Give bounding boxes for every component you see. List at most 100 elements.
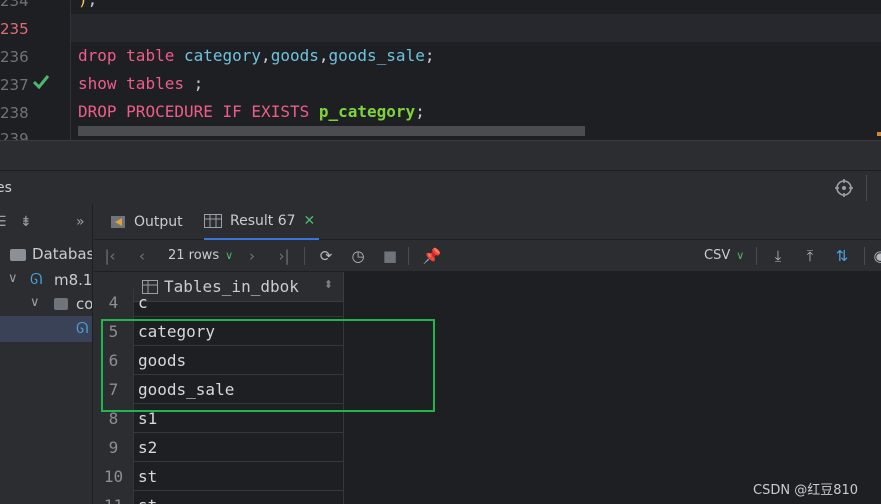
row-count-selector[interactable]: 21 rows ∨ [168,248,233,263]
mysql-dolphin-icon: ᘏ [76,319,89,337]
more-options-icon[interactable]: » [76,214,85,230]
tab-label: Output [134,214,183,230]
tab-result[interactable]: Result 67 ✕ [204,204,320,240]
code-token: ; [183,74,204,93]
cell-value[interactable]: s2 [138,433,157,462]
output-icon [111,216,125,228]
tab-label: Result 67 [230,213,296,229]
annotation-highlight-box [101,319,435,412]
database-tree[interactable]: ☰ ⇟ » Databases ∨ ᘏ m8.1... ∨ co ᘏ [0,204,93,504]
line-number: 234 [0,0,29,10]
upload-icon[interactable]: ⤒ [800,246,820,266]
toolbar-separator [756,247,757,265]
chevron-down-icon[interactable]: ∨ [8,271,18,286]
code-token: tables [126,74,184,93]
tree-item-session[interactable]: ᘏ [0,316,92,342]
code-line[interactable]: ); [78,0,97,14]
table-row[interactable]: 10st [94,462,344,491]
line-number: 235 [0,20,29,38]
export-format-selector[interactable]: CSV ∨ [704,248,744,263]
row-number: 9 [94,433,134,462]
table-row[interactable]: 9 s2 [94,433,344,462]
code-token: category [183,46,262,65]
watermark: CSDN @红豆810 [753,483,859,498]
stop-icon[interactable]: ■ [380,246,400,266]
tab-output[interactable]: Output [110,204,183,240]
pin-tab-icon[interactable]: 📌 [422,246,442,266]
history-clock-icon[interactable]: ◷ [348,246,368,266]
horizontal-scrollbar[interactable] [78,126,585,136]
tree-item-label: co [76,295,93,313]
first-page-icon[interactable]: |‹ [100,246,120,266]
code-token: PROCEDURE [126,102,213,121]
tree-item-console[interactable]: ∨ co [0,292,93,318]
mysql-dolphin-icon: ᘏ [30,270,43,288]
code-line[interactable]: show tables ; [78,70,203,98]
crosshair-icon[interactable] [834,178,854,198]
table-icon [204,214,222,228]
sql-editor[interactable]: 234 235 236 237 238 239 ); drop table ca… [0,0,881,140]
table-row[interactable]: 4c [94,288,344,317]
code-token: drop [78,46,117,65]
view-options-icon[interactable]: ◉ [870,246,881,266]
tree-item-databases[interactable]: Databases [0,242,92,268]
line-number: 239 [0,130,29,140]
chevron-down-icon: ∨ [225,249,234,262]
tree-item-label: m8.1... [54,271,93,289]
row-count: 21 rows [168,248,220,263]
cell-value[interactable]: st [138,462,157,491]
editor-status-strip [0,140,881,170]
line-number-gutter: 234 235 236 237 238 239 [0,0,70,140]
code-token: goods_sale [328,46,425,65]
result-toolbar: |‹ ‹ 21 rows ∨ › ›| ⟳ ◷ ■ 📌 CSV ∨ ⤓ ⤒ ⇅ ◉ [94,240,881,272]
last-page-icon[interactable]: ›| [274,246,294,266]
line-number: 236 [0,48,29,66]
row-number: 11 [94,491,134,504]
compare-icon[interactable]: ⇅ [832,246,852,266]
cell-value[interactable]: c [138,288,148,317]
code-token: table [126,46,175,65]
code-token: goods [270,46,319,65]
download-icon[interactable]: ⤓ [768,246,788,266]
console-icon [54,298,68,310]
chevron-down-icon[interactable]: ∨ [30,295,40,310]
refresh-icon[interactable]: ⟳ [316,246,336,266]
result-tabs: Output Result 67 ✕ [94,204,881,240]
collapse-all-icon[interactable]: ⇟ [20,214,32,230]
tree-item-label: Databases [32,245,92,263]
toolbar-separator [408,247,409,265]
previous-page-icon[interactable]: ‹ [132,246,152,266]
code-token: show [78,74,117,93]
folder-icon [10,249,26,261]
execution-success-check-icon [32,75,50,90]
code-line[interactable]: DROP PROCEDURE IF EXISTS p_category; [78,98,425,126]
code-token: , [318,46,329,65]
gutter-divider [70,0,71,140]
next-page-icon[interactable]: › [242,246,262,266]
code-token: EXISTS [251,102,310,121]
header-divider [866,175,867,201]
services-panel-header: es [0,170,881,204]
toolbar-separator [304,247,305,265]
code-token: , [261,46,271,65]
tree-item-connection[interactable]: ∨ ᘏ m8.1... [0,268,93,294]
toolbar-separator [864,247,865,265]
current-line-highlight [71,14,881,42]
chevron-down-icon: ∨ [736,249,745,262]
table-row[interactable]: 11 st [94,491,344,504]
line-number: 238 [0,104,29,122]
line-number: 237 [0,76,29,94]
cell-value[interactable]: st [138,491,157,504]
code-token: ; [88,0,98,9]
services-panel-title: es [0,180,12,196]
export-format: CSV [704,248,731,263]
row-number: 10 [94,462,134,491]
close-tab-icon[interactable]: ✕ [304,213,316,229]
expand-all-icon[interactable]: ☰ [0,214,7,230]
code-token: ; [415,102,425,121]
code-line[interactable]: drop table category,goods,goods_sale; [78,42,434,70]
